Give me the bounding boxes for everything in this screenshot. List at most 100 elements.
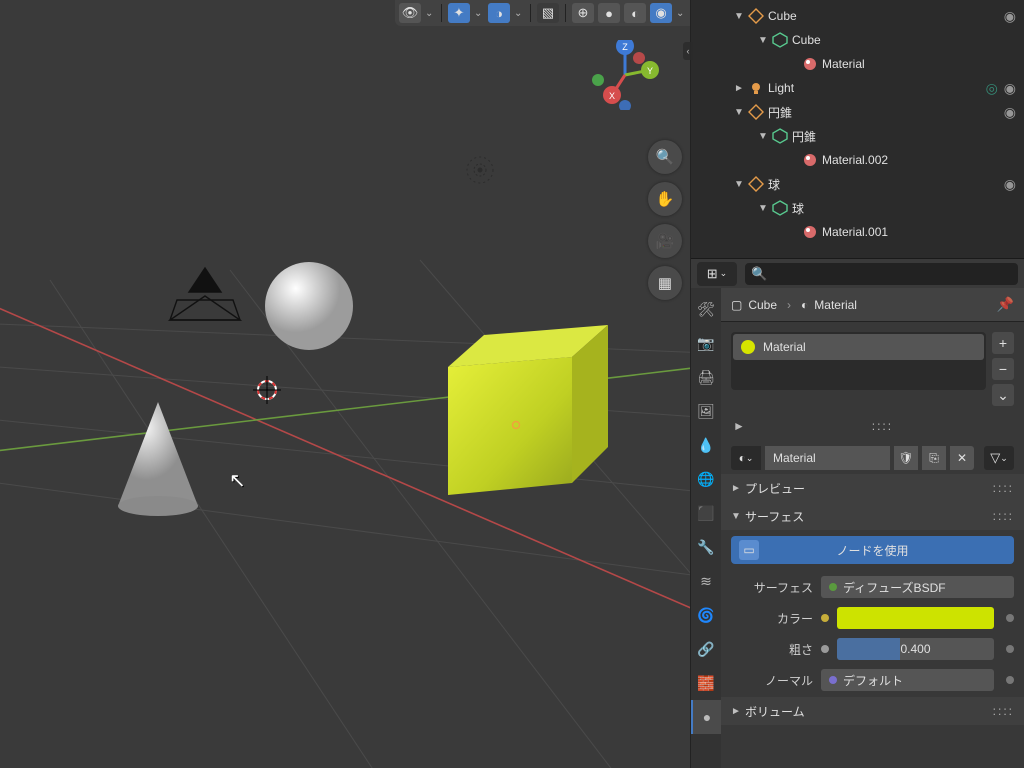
outliner-row-data[interactable]: ▼ 円錐 (691, 124, 1024, 148)
outliner-row-light[interactable]: ► Light ◎ ◉ (691, 76, 1024, 100)
disclosure-open-icon[interactable]: ▼ (755, 203, 771, 214)
chevron-down-icon[interactable]: ⌄ (676, 8, 686, 19)
remove-slot-button[interactable]: − (992, 358, 1014, 380)
socket-dot-icon (829, 676, 837, 684)
visibility-icon[interactable]: ◉ (1004, 176, 1016, 193)
panel-collapse-icon[interactable]: ‹ (683, 42, 693, 60)
gizmo-toggle-icon[interactable]: ✦ (448, 3, 470, 23)
tab-viewlayer-icon[interactable]: 🖼 (691, 394, 721, 428)
normal-value: デフォルト (843, 672, 903, 689)
tab-data-icon[interactable]: 🧱 (691, 666, 721, 700)
outliner-row-data[interactable]: ▼ Cube (691, 28, 1024, 52)
slot-menu-button[interactable]: ⌄ (992, 384, 1014, 406)
link-dot-icon[interactable] (1006, 614, 1014, 622)
outliner-panel[interactable]: ▼ Cube ◉ ▼ Cube Material ► Light ◎ ◉ (691, 0, 1024, 258)
material-slots[interactable]: Material (731, 332, 986, 390)
slot-nav-row: ► :::: (721, 416, 1024, 442)
material-preview-icon (741, 340, 755, 354)
disclosure-closed-icon: ► (731, 706, 745, 717)
link-dot-icon[interactable] (1006, 676, 1014, 684)
chevron-down-icon[interactable]: ⌄ (514, 8, 524, 19)
pin-icon[interactable]: 📌 (997, 296, 1014, 313)
panel-header-preview[interactable]: ► プレビュー :::: (721, 474, 1024, 502)
mesh-icon (747, 7, 765, 25)
visibility-icon[interactable]: ◉ (1004, 104, 1016, 121)
roughness-value: 0.400 (900, 642, 930, 656)
xray-icon[interactable]: ▧ (537, 3, 559, 23)
light-indicator-icon[interactable]: ◎ (986, 80, 998, 97)
properties-editor-dropdown[interactable]: ⊞⌄ (697, 262, 737, 286)
browse-material-button[interactable]: ◐⌄ (731, 446, 761, 470)
outliner-row-data[interactable]: ▼ 球 (691, 196, 1024, 220)
roughness-slider[interactable]: 0.400 (837, 638, 994, 660)
disclosure-open-icon[interactable]: ▼ (731, 179, 747, 190)
normal-dropdown[interactable]: デフォルト (821, 669, 994, 691)
color-swatch[interactable] (837, 607, 994, 629)
shading-rendered-icon[interactable]: ◉ (650, 3, 672, 23)
tab-constraint-icon[interactable]: 🔗 (691, 632, 721, 666)
panel-header-volume[interactable]: ► ボリューム :::: (721, 697, 1024, 725)
tab-render-icon[interactable]: 📷 (691, 326, 721, 360)
visibility-menu-icon[interactable]: 👁 (399, 3, 421, 23)
disclosure-open-icon[interactable]: ▼ (755, 35, 771, 46)
outliner-row-object[interactable]: ▼ 円錐 ◉ (691, 100, 1024, 124)
cube-icon: ▢ (731, 298, 742, 312)
add-slot-button[interactable]: + (992, 332, 1014, 354)
material-name-input[interactable]: Material (765, 446, 890, 470)
breadcrumb-object[interactable]: ▢ Cube (731, 298, 777, 312)
prop-label: サーフェス (731, 579, 813, 596)
tab-world-icon[interactable]: 🌐 (691, 462, 721, 496)
visibility-icon[interactable]: ◉ (1004, 80, 1016, 97)
disclosure-open-icon[interactable]: ▼ (731, 107, 747, 118)
viewport-scene[interactable] (0, 0, 690, 768)
use-nodes-label: ノードを使用 (836, 542, 908, 559)
properties-search-input[interactable]: 🔍 (745, 263, 1018, 285)
tab-particles-icon[interactable]: ≋ (691, 564, 721, 598)
prev-slot-icon[interactable]: ► (733, 419, 745, 433)
camera-view-icon[interactable]: 🎥 (648, 224, 682, 258)
shading-solid-icon[interactable]: ● (598, 3, 620, 23)
unlink-material-icon[interactable]: ✕ (950, 446, 974, 470)
viewport-float-tools: 🔍 ✋ 🎥 ▦ (648, 140, 682, 300)
link-dot-icon[interactable] (1006, 645, 1014, 653)
tab-tool-icon[interactable]: 🛠 (691, 292, 721, 326)
properties-tab-bar: 🛠 📷 🖨 🖼 💧 🌐 ⬛ 🔧 ≋ 🌀 🔗 🧱 ● (691, 288, 721, 768)
chevron-down-icon[interactable]: ⌄ (474, 8, 484, 19)
outliner-label: 球 (768, 176, 998, 193)
socket-dot-icon (821, 645, 829, 653)
perspective-grid-icon[interactable]: ▦ (648, 266, 682, 300)
tab-physics-icon[interactable]: 🌀 (691, 598, 721, 632)
visibility-icon[interactable]: ◉ (1004, 8, 1016, 25)
breadcrumb-material[interactable]: ◐ Material (801, 298, 857, 312)
shading-preview-icon[interactable]: ◐ (624, 3, 646, 23)
disclosure-open-icon[interactable]: ▼ (755, 131, 771, 142)
outliner-row-material[interactable]: Material.002 (691, 148, 1024, 172)
use-nodes-button[interactable]: ▭ ノードを使用 (731, 536, 1014, 564)
orientation-gizmo[interactable]: Z Y X (590, 40, 660, 110)
outliner-row-object[interactable]: ▼ Cube ◉ (691, 4, 1024, 28)
chevron-down-icon[interactable]: ⌄ (425, 8, 435, 19)
viewport[interactable]: 👁 ⌄ ✦ ⌄ ◑ ⌄ ▧ ⊕ ● ◐ ◉ ⌄ (0, 0, 690, 768)
tab-scene-icon[interactable]: 💧 (691, 428, 721, 462)
shading-wireframe-icon[interactable]: ⊕ (572, 3, 594, 23)
pan-icon[interactable]: ✋ (648, 182, 682, 216)
overlay-toggle-icon[interactable]: ◑ (488, 3, 510, 23)
outliner-row-object[interactable]: ▼ 球 ◉ (691, 172, 1024, 196)
node-link-menu[interactable]: ▽⌄ (984, 446, 1014, 470)
material-icon (801, 151, 819, 169)
surface-type-dropdown[interactable]: ディフューズBSDF (821, 576, 1014, 598)
tab-material-icon[interactable]: ● (691, 700, 721, 734)
disclosure-closed-icon[interactable]: ► (731, 83, 747, 94)
new-material-icon[interactable]: ⎘ (922, 446, 946, 470)
outliner-row-material[interactable]: Material (691, 52, 1024, 76)
fake-user-icon[interactable]: 🛡 (894, 446, 918, 470)
outliner-row-material[interactable]: Material.001 (691, 220, 1024, 244)
zoom-icon[interactable]: 🔍 (648, 140, 682, 174)
tab-output-icon[interactable]: 🖨 (691, 360, 721, 394)
panel-header-surface[interactable]: ▼ サーフェス :::: (721, 502, 1024, 530)
material-slot[interactable]: Material (733, 334, 984, 360)
tab-modifier-icon[interactable]: 🔧 (691, 530, 721, 564)
right-panel: ‹ ▼ Cube ◉ ▼ Cube Material ► L (690, 0, 1024, 768)
tab-object-icon[interactable]: ⬛ (691, 496, 721, 530)
disclosure-open-icon[interactable]: ▼ (731, 11, 747, 22)
